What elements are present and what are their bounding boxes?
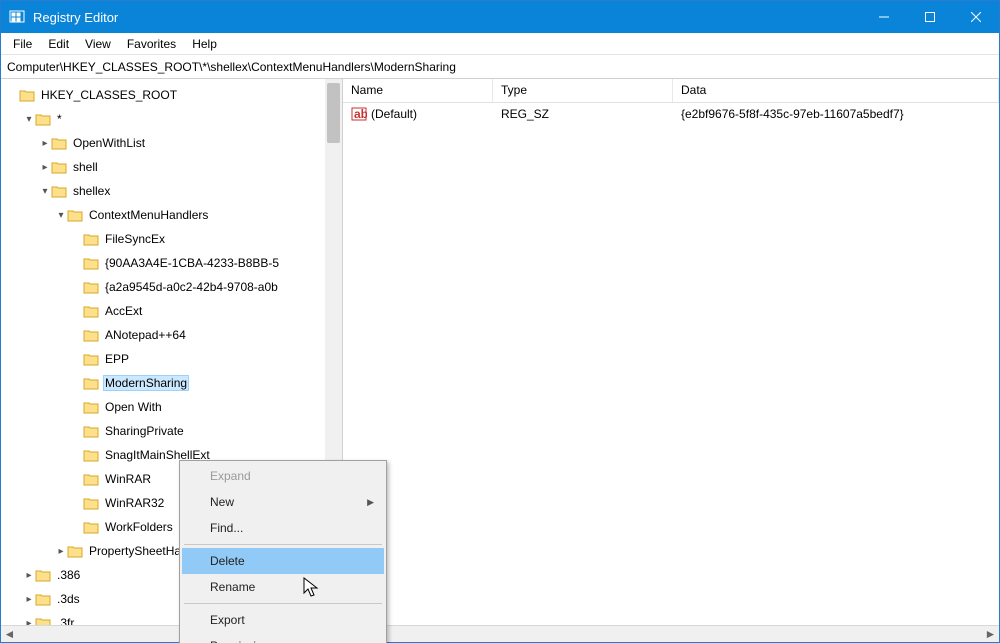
chevron-right-icon[interactable]: ▸ — [39, 162, 51, 173]
menu-edit[interactable]: Edit — [40, 35, 77, 53]
context-menu: Expand New▶ Find... Delete Rename Export… — [179, 460, 387, 643]
tree-item-guid1[interactable]: {90AA3A4E-1CBA-4233-B8BB-5 — [1, 251, 342, 275]
ctx-delete[interactable]: Delete — [182, 548, 384, 574]
column-headers[interactable]: Name Type Data — [343, 79, 999, 103]
folder-icon — [83, 256, 99, 270]
tree-item-anotepad[interactable]: ANotepad++64 — [1, 323, 342, 347]
chevron-down-icon[interactable]: ▾ — [39, 186, 51, 197]
ctx-permissions[interactable]: Permissions... — [182, 633, 384, 643]
folder-icon — [35, 592, 51, 606]
chevron-down-icon[interactable]: ▾ — [55, 210, 67, 221]
menu-file[interactable]: File — [5, 35, 40, 53]
folder-icon — [67, 544, 83, 558]
value-data: {e2bf9676-5f8f-435c-97eb-11607a5bedf7} — [673, 107, 999, 121]
value-row[interactable]: ab (Default) REG_SZ {e2bf9676-5f8f-435c-… — [343, 103, 999, 125]
chevron-right-icon[interactable]: ▸ — [23, 618, 35, 626]
separator — [184, 603, 382, 604]
chevron-down-icon[interactable]: ▾ — [23, 114, 35, 125]
window-title: Registry Editor — [33, 10, 118, 25]
folder-icon — [83, 496, 99, 510]
ctx-rename[interactable]: Rename — [182, 574, 384, 600]
tree-item-guid2[interactable]: {a2a9545d-a0c2-42b4-9708-a0b — [1, 275, 342, 299]
folder-icon — [19, 88, 35, 102]
scroll-left-button[interactable]: ◄ — [1, 626, 18, 643]
folder-icon — [35, 616, 51, 625]
menu-help[interactable]: Help — [184, 35, 225, 53]
menubar: File Edit View Favorites Help — [1, 33, 999, 55]
ctx-expand[interactable]: Expand — [182, 463, 384, 489]
tree-item-hkcr[interactable]: HKEY_CLASSES_ROOT — [1, 83, 342, 107]
column-type[interactable]: Type — [493, 79, 673, 102]
chevron-right-icon[interactable]: ▸ — [39, 138, 51, 149]
menu-favorites[interactable]: Favorites — [119, 35, 184, 53]
folder-icon — [83, 472, 99, 486]
registry-editor-window: Registry Editor File Edit View Favorites… — [0, 0, 1000, 643]
svg-text:ab: ab — [354, 107, 367, 121]
minimize-button[interactable] — [861, 1, 907, 33]
tree-item-shell[interactable]: ▸shell — [1, 155, 342, 179]
address-text: Computer\HKEY_CLASSES_ROOT\*\shellex\Con… — [7, 60, 456, 74]
separator — [184, 544, 382, 545]
value-name: (Default) — [371, 107, 417, 121]
folder-icon — [83, 352, 99, 366]
tree-item-star[interactable]: ▾* — [1, 107, 342, 131]
tree-item-sharing[interactable]: SharingPrivate — [1, 419, 342, 443]
folder-icon — [51, 136, 67, 150]
chevron-right-icon[interactable]: ▸ — [23, 570, 35, 581]
folder-icon — [67, 208, 83, 222]
value-type: REG_SZ — [493, 107, 673, 121]
body: HKEY_CLASSES_ROOT ▾* ▸OpenWithList ▸shel… — [1, 79, 999, 625]
column-name[interactable]: Name — [343, 79, 493, 102]
scroll-track[interactable] — [18, 626, 982, 642]
folder-icon — [83, 304, 99, 318]
submenu-arrow-icon: ▶ — [367, 497, 374, 508]
folder-icon — [83, 328, 99, 342]
scrollbar-thumb[interactable] — [327, 83, 340, 143]
ctx-find[interactable]: Find... — [182, 515, 384, 541]
tree-item-epp[interactable]: EPP — [1, 347, 342, 371]
address-bar[interactable]: Computer\HKEY_CLASSES_ROOT\*\shellex\Con… — [1, 55, 999, 79]
tree-item-accext[interactable]: AccExt — [1, 299, 342, 323]
maximize-button[interactable] — [907, 1, 953, 33]
chevron-right-icon[interactable]: ▸ — [23, 594, 35, 605]
folder-icon — [51, 184, 67, 198]
scroll-right-button[interactable]: ► — [982, 626, 999, 643]
folder-icon — [83, 424, 99, 438]
folder-icon — [83, 232, 99, 246]
horizontal-scrollbar[interactable]: ◄ ► — [1, 625, 999, 642]
column-data[interactable]: Data — [673, 79, 999, 102]
tree-item-filesyncex[interactable]: FileSyncEx — [1, 227, 342, 251]
tree-item-modernsharing[interactable]: ModernSharing — [1, 371, 342, 395]
value-list-pane[interactable]: Name Type Data ab (Default) REG_SZ {e2bf… — [343, 79, 999, 625]
titlebar[interactable]: Registry Editor — [1, 1, 999, 33]
folder-icon — [83, 400, 99, 414]
tree-item-shellex[interactable]: ▾shellex — [1, 179, 342, 203]
chevron-right-icon[interactable]: ▸ — [55, 546, 67, 557]
menu-view[interactable]: View — [77, 35, 119, 53]
string-value-icon: ab — [351, 106, 367, 122]
ctx-export[interactable]: Export — [182, 607, 384, 633]
tree-item-openwith[interactable]: Open With — [1, 395, 342, 419]
folder-icon — [51, 160, 67, 174]
folder-icon — [83, 280, 99, 294]
folder-icon — [35, 568, 51, 582]
ctx-new[interactable]: New▶ — [182, 489, 384, 515]
close-button[interactable] — [953, 1, 999, 33]
regedit-icon — [9, 9, 25, 25]
folder-icon — [83, 448, 99, 462]
folder-icon — [83, 520, 99, 534]
tree-item-contextmenuhandlers[interactable]: ▾ContextMenuHandlers — [1, 203, 342, 227]
folder-icon — [35, 112, 51, 126]
tree-item-openwithlist[interactable]: ▸OpenWithList — [1, 131, 342, 155]
folder-icon — [83, 376, 99, 390]
